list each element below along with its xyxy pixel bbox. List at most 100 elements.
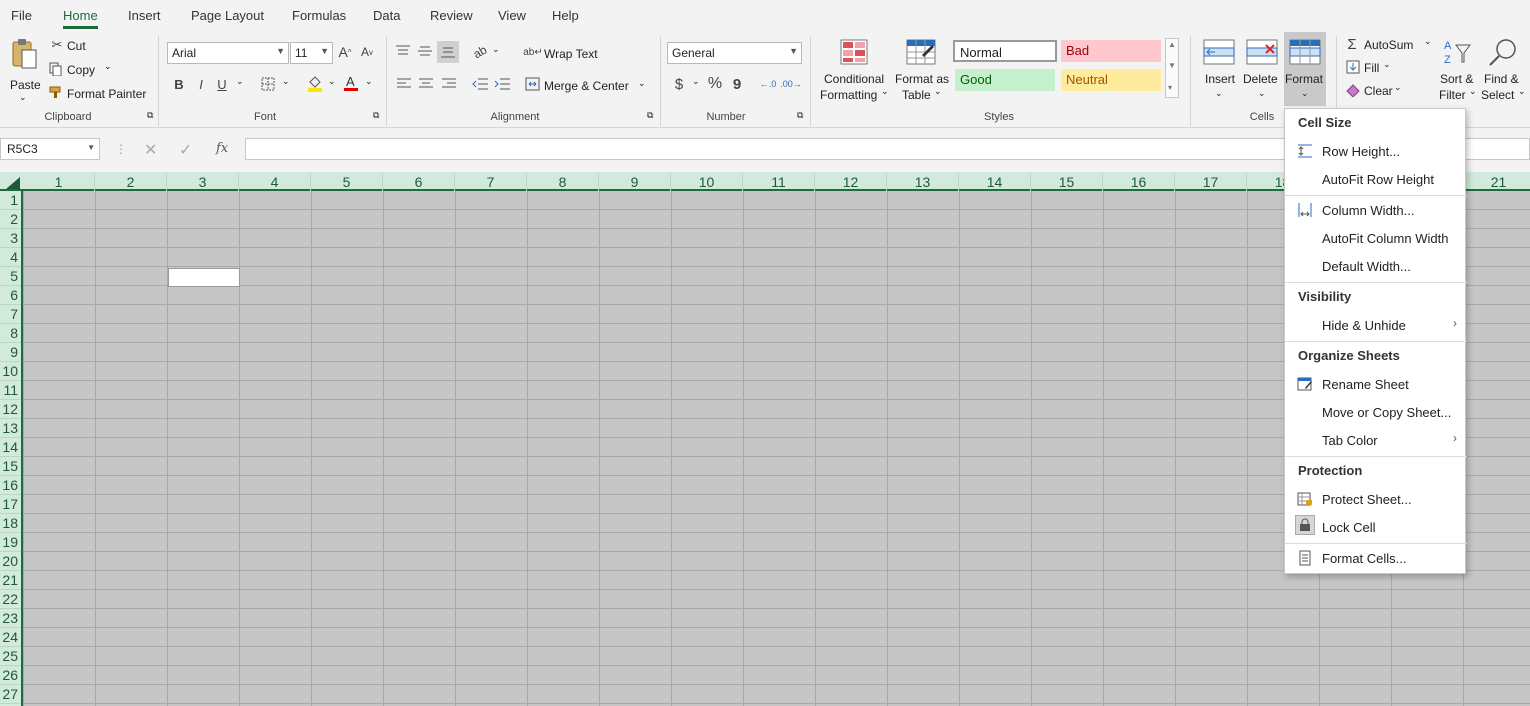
row-header[interactable]: 4 — [0, 248, 21, 267]
row-header[interactable]: 10 — [0, 362, 21, 381]
style-bad[interactable]: Bad — [1061, 40, 1161, 62]
row-header[interactable]: 25 — [0, 647, 21, 666]
row-header[interactable]: 2 — [0, 210, 21, 229]
style-neutral[interactable]: Neutral — [1061, 69, 1161, 91]
lock-cell-item[interactable]: Lock Cell — [1322, 520, 1375, 535]
row-header[interactable]: 24 — [0, 628, 21, 647]
column-header[interactable]: 15 — [1031, 174, 1103, 191]
align-left-icon[interactable] — [397, 78, 411, 90]
dialog-launcher-icon[interactable]: ⧉ — [373, 110, 379, 121]
insert-cells-button[interactable]: Insert ⌄ — [1200, 36, 1240, 106]
active-cell[interactable] — [168, 268, 240, 287]
column-header[interactable]: 6 — [383, 174, 455, 191]
chevron-down-icon[interactable]: ⌄ — [1383, 59, 1391, 70]
column-header[interactable]: 12 — [815, 174, 887, 191]
row-header[interactable]: 11 — [0, 381, 21, 400]
column-header[interactable]: 14 — [959, 174, 1031, 191]
tab-page-layout[interactable]: Page Layout — [191, 8, 264, 23]
cut-button[interactable]: Cut — [67, 39, 86, 53]
row-header[interactable]: 16 — [0, 476, 21, 495]
format-as-table-button[interactable]: Format as Table ⌄ — [892, 36, 950, 106]
styles-gallery-scroll[interactable]: ▲ ▼ ▾ — [1165, 38, 1179, 98]
check-icon[interactable]: ✓ — [179, 140, 192, 160]
chevron-down-icon[interactable]: ⌄ — [492, 44, 500, 55]
style-good[interactable]: Good — [955, 69, 1055, 91]
row-header[interactable]: 22 — [0, 590, 21, 609]
column-header[interactable]: 8 — [527, 174, 599, 191]
font-name-dropdown[interactable]: Arial ▼ — [167, 42, 289, 64]
cancel-icon[interactable]: ✕ — [144, 140, 157, 160]
format-cells-button[interactable]: Format ⌄ — [1284, 32, 1326, 106]
row-header[interactable]: 12 — [0, 400, 21, 419]
row-header[interactable]: 18 — [0, 514, 21, 533]
column-header[interactable]: 3 — [167, 174, 239, 191]
row-header[interactable]: 8 — [0, 324, 21, 343]
protect-sheet-item[interactable]: Protect Sheet... — [1322, 492, 1412, 507]
tab-color-item[interactable]: Tab Color — [1322, 433, 1378, 448]
find-select-button[interactable]: Find & Select ⌄ — [1480, 36, 1528, 106]
currency-button[interactable]: $ — [672, 76, 686, 93]
more-icon[interactable]: ▾ — [1168, 83, 1172, 92]
autofit-column-width-item[interactable]: AutoFit Column Width — [1322, 231, 1448, 246]
tab-insert[interactable]: Insert — [128, 8, 161, 23]
font-color-icon[interactable]: A — [343, 74, 359, 92]
chevron-down-icon[interactable]: ⌄ — [328, 76, 336, 87]
italic-button[interactable]: I — [194, 76, 208, 92]
align-middle-icon[interactable] — [418, 45, 432, 57]
fill-color-icon[interactable] — [307, 74, 323, 92]
autosum-button[interactable]: AutoSum — [1364, 38, 1413, 52]
fill-button[interactable]: Fill — [1364, 61, 1379, 75]
style-normal[interactable]: Normal — [953, 40, 1057, 62]
tab-view[interactable]: View — [498, 8, 526, 23]
paste-button[interactable]: Paste ⌄ — [6, 36, 42, 102]
tab-data[interactable]: Data — [373, 8, 400, 23]
select-all-icon[interactable] — [6, 177, 20, 189]
row-header[interactable]: 17 — [0, 495, 21, 514]
column-header[interactable]: 13 — [887, 174, 959, 191]
tab-home[interactable]: Home — [63, 8, 98, 29]
bold-button[interactable]: B — [172, 76, 186, 92]
number-format-dropdown[interactable]: General ▼ — [667, 42, 802, 64]
delete-cells-button[interactable]: Delete ⌄ — [1242, 36, 1282, 106]
tab-formulas[interactable]: Formulas — [292, 8, 346, 23]
column-header[interactable]: 21 — [1463, 174, 1530, 191]
chevron-down-icon[interactable]: ⌄ — [1424, 36, 1432, 47]
move-copy-sheet-item[interactable]: Move or Copy Sheet... — [1322, 405, 1451, 420]
row-height-item[interactable]: Row Height... — [1322, 144, 1400, 159]
dialog-launcher-icon[interactable]: ⧉ — [797, 110, 803, 121]
tab-review[interactable]: Review — [430, 8, 473, 23]
column-header[interactable]: 4 — [239, 174, 311, 191]
chevron-down-icon[interactable]: ⌄ — [104, 61, 112, 72]
chevron-down-icon[interactable]: ⌄ — [236, 76, 244, 87]
column-header[interactable]: 5 — [311, 174, 383, 191]
dialog-launcher-icon[interactable]: ⧉ — [647, 110, 653, 121]
borders-icon[interactable] — [261, 77, 275, 91]
percent-button[interactable]: % — [706, 75, 724, 92]
decrease-indent-icon[interactable] — [472, 77, 488, 91]
column-header[interactable]: 2 — [95, 174, 167, 191]
insert-function-button[interactable]: fx — [216, 141, 228, 156]
increase-decimal-icon[interactable]: ←.0 — [759, 75, 777, 93]
row-header[interactable]: 20 — [0, 552, 21, 571]
merge-center-button[interactable]: Merge & Center — [544, 79, 629, 93]
chevron-down-icon[interactable]: ⌄ — [692, 76, 700, 87]
row-header[interactable]: 21 — [0, 571, 21, 590]
clear-button[interactable]: Clear — [1364, 84, 1393, 98]
font-size-dropdown[interactable]: 11 ▼ — [290, 42, 333, 64]
row-header[interactable]: 27 — [0, 685, 21, 704]
chevron-down-icon[interactable]: ⌄ — [282, 76, 290, 87]
tab-help[interactable]: Help — [552, 8, 579, 23]
align-top-icon[interactable] — [396, 45, 410, 57]
autofit-row-height-item[interactable]: AutoFit Row Height — [1322, 172, 1434, 187]
row-header[interactable]: 13 — [0, 419, 21, 438]
increase-font-icon[interactable]: A ^ — [337, 44, 353, 60]
column-header[interactable]: 16 — [1103, 174, 1175, 191]
wrap-text-button[interactable]: Wrap Text — [544, 47, 598, 61]
align-bottom-button[interactable] — [437, 41, 459, 63]
chevron-down-icon[interactable]: ⌄ — [365, 76, 373, 87]
default-width-item[interactable]: Default Width... — [1322, 259, 1411, 274]
column-header[interactable]: 1 — [23, 174, 95, 191]
row-header[interactable]: 3 — [0, 229, 21, 248]
orientation-icon[interactable]: ab — [468, 41, 492, 64]
tab-file[interactable]: File — [11, 8, 32, 23]
